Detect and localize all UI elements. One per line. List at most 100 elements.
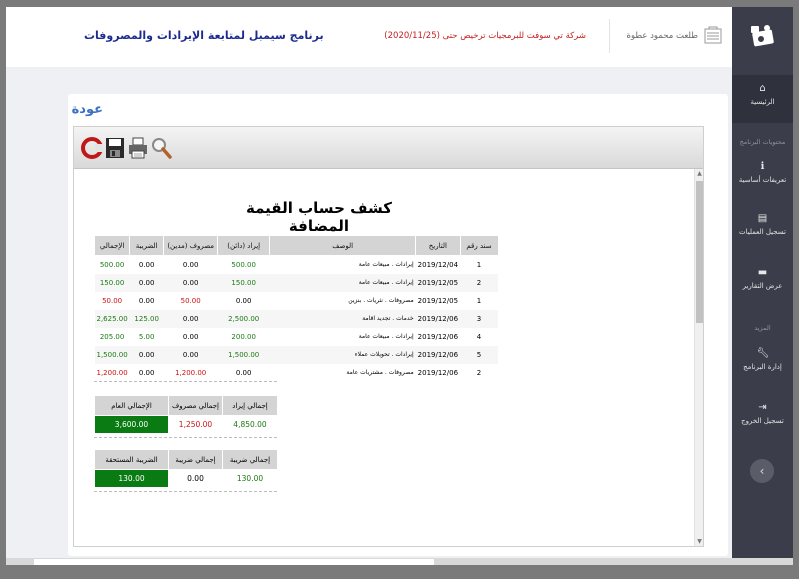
- table-row: 205.00 5.00 0.00 200.00 إيرادات . مبيعات…: [95, 328, 499, 346]
- cell-no: 3: [460, 309, 499, 328]
- cell-desc: خدمات . تجديد اقامة: [269, 309, 416, 328]
- sidebar-item-admin[interactable]: 🔧︎ إدارة البرنامج: [732, 348, 793, 372]
- sidebar-item-label: تعريفات أساسية: [738, 176, 787, 184]
- cell-total: 50.00: [102, 296, 123, 305]
- cell-total: 1,200.00: [96, 368, 128, 377]
- table-row: 150.00 0.00 0.00 150.00 إيرادات . مبيعات…: [94, 273, 499, 292]
- report-title: كشف حساب القيمة المضافة: [246, 199, 392, 235]
- cell-date: 2019/12/06: [417, 368, 459, 377]
- total-income-value: 4,850.00: [222, 415, 278, 434]
- company-logo-icon: [704, 26, 722, 44]
- divider: [94, 437, 277, 438]
- cell-tax: 125.00: [129, 309, 164, 328]
- sidebar-section-more: المزيد: [754, 324, 771, 332]
- divider: [609, 19, 610, 53]
- bottom-strip: [6, 558, 793, 565]
- cell-tax: 0.00: [129, 345, 164, 364]
- cell-no: 4: [476, 332, 482, 341]
- sidebar-item-operations[interactable]: ▤ تسجيل العمليات: [732, 213, 793, 237]
- cell-desc: إيرادات . مبيعات عامة: [358, 261, 414, 269]
- bottom-strip-white: [34, 559, 434, 565]
- total-tax-expense-value: 0.00: [168, 469, 223, 488]
- cell-income: 0.00: [235, 296, 252, 305]
- report-toolbar: [74, 127, 703, 169]
- save-icon[interactable]: [104, 135, 126, 161]
- col-expense: مصروف (مدين): [163, 235, 219, 256]
- sidebar-item-label: الرئيسية: [750, 98, 775, 106]
- report-scrollbar[interactable]: ▲ ▼: [694, 169, 703, 546]
- cell-no: 2: [476, 368, 482, 377]
- wrench-icon: 🔧︎: [756, 348, 770, 359]
- col-total: الإجمالي: [93, 235, 131, 256]
- cell-date: 2019/12/05: [417, 296, 459, 305]
- sidebar-item-logout[interactable]: ⇥ تسجيل الخروج: [732, 402, 793, 426]
- sidebar-toggle-button[interactable]: ‹: [750, 459, 774, 483]
- total-expense-value: 1,250.00: [168, 415, 223, 434]
- scroll-up-icon[interactable]: ▲: [695, 169, 704, 178]
- cell-no: 1: [476, 260, 482, 269]
- table-row: 2,625.00 125.00 0.00 2,500.00 خدمات . تج…: [94, 309, 499, 328]
- tax-due-label: الضريبة المستحقة: [94, 449, 169, 470]
- cell-tax: 0.00: [138, 368, 155, 377]
- zoom-icon[interactable]: [150, 135, 172, 161]
- cell-income: 0.00: [235, 368, 252, 377]
- cell-expense: 0.00: [182, 260, 199, 269]
- back-link[interactable]: عودة: [72, 102, 103, 117]
- col-date: التاريخ: [415, 235, 461, 256]
- cell-no: 5: [460, 345, 499, 364]
- license-text: شركة تي سوفت للبرمجيات ترخيص حتى (2020/1…: [384, 31, 586, 41]
- cell-total: 500.00: [99, 260, 125, 269]
- cell-date: 2019/12/06: [417, 332, 459, 341]
- table-row: 50.00 0.00 50.00 0.00 مصروفات . نثريات .…: [95, 292, 499, 310]
- print-icon[interactable]: [127, 135, 149, 161]
- transactions-table: الإجمالي الضريبة مصروف (مدين) إيراد (دائ…: [93, 235, 499, 382]
- cell-date: 2019/12/06: [415, 345, 461, 364]
- col-income: إيراد (دائن): [217, 235, 271, 256]
- app-logo-icon: [751, 25, 774, 47]
- sidebar-item-reports[interactable]: ▬ عرض التقارير: [732, 267, 793, 291]
- total-income-label: إجمالي إيراد: [222, 395, 278, 416]
- total-tax-expense-label: إجمالي ضريبة: [168, 449, 223, 470]
- report-icon: ▬: [757, 267, 768, 278]
- cell-no: 2: [460, 273, 499, 292]
- user-name[interactable]: طلعت محمود عطوة: [627, 31, 698, 41]
- divider: [94, 491, 277, 492]
- content-card: عودة كشف حساب القيمة المضافة الإجمالي ال…: [68, 94, 728, 556]
- sidebar-item-label: إدارة البرنامج: [743, 363, 782, 371]
- cell-expense: 0.00: [163, 345, 218, 364]
- scroll-down-icon[interactable]: ▼: [695, 537, 704, 546]
- sidebar-item-home[interactable]: ⌂ الرئيسية: [732, 75, 793, 123]
- cell-total: 205.00: [99, 332, 125, 341]
- sidebar-item-label: تسجيل الخروج: [741, 417, 784, 425]
- info-icon: ℹ: [760, 161, 765, 172]
- cell-tax: 5.00: [138, 332, 155, 341]
- cell-date: 2019/12/06: [415, 309, 461, 328]
- home-icon: ⌂: [759, 83, 766, 94]
- table-row: 1,200.00 0.00 1,200.00 0.00 مصروفات . مش…: [95, 364, 499, 382]
- sidebar-item-definitions[interactable]: ℹ تعريفات أساسية: [732, 161, 793, 185]
- cell-desc: إيرادات . مبيعات عامة: [269, 273, 416, 292]
- logout-icon: ⇥: [758, 402, 767, 413]
- sidebar-section-contents: محتويات البرنامج: [739, 138, 786, 146]
- report-page: كشف حساب القيمة المضافة الإجمالي الضريبة…: [74, 169, 694, 546]
- cell-desc: مصروفات . نثريات . بنزين: [348, 297, 414, 304]
- total-tax-income-label: إجمالي ضريبة: [222, 449, 278, 470]
- cell-date: 2019/12/04: [417, 260, 459, 269]
- cell-desc: مصروفات . مشتريات عامة: [346, 369, 414, 376]
- divider: [94, 381, 277, 382]
- chevron-left-icon: ‹: [759, 464, 765, 478]
- refresh-icon[interactable]: [81, 135, 103, 161]
- top-bar: طلعت محمود عطوة شركة تي سوفت للبرمجيات ت…: [6, 7, 732, 67]
- scroll-thumb[interactable]: [696, 181, 703, 323]
- total-expense-label: إجمالي مصروف: [168, 395, 223, 416]
- tax-totals-table: الضريبة المستحقة إجمالي ضريبة إجمالي ضري…: [94, 449, 278, 488]
- cell-tax: 0.00: [138, 296, 155, 305]
- cell-total: 1,500.00: [94, 345, 130, 364]
- cell-expense: 0.00: [163, 273, 218, 292]
- list-icon: ▤: [757, 213, 768, 224]
- cell-total: 150.00: [94, 273, 130, 292]
- cell-no: 1: [476, 296, 482, 305]
- tax-due-value: 130.00: [94, 469, 169, 488]
- cell-income: 200.00: [231, 332, 256, 341]
- table-row: 500.00 0.00 0.00 500.00 إيرادات . مبيعات…: [95, 256, 499, 274]
